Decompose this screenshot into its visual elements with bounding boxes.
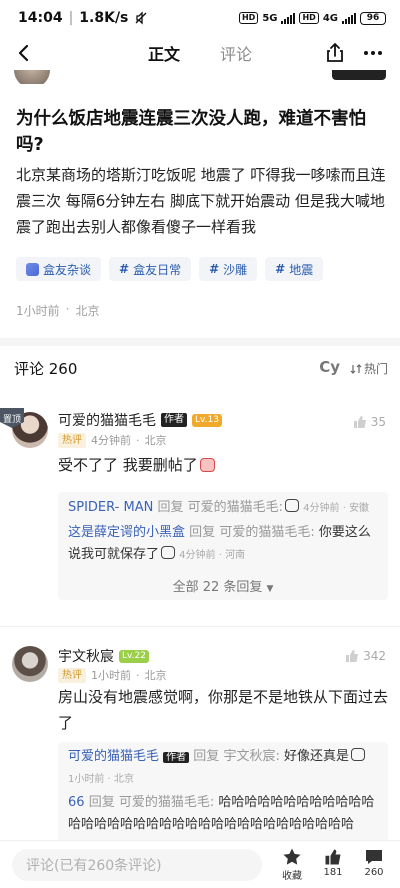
comment-location: 北京 [144, 669, 167, 682]
comment-location: 北京 [144, 434, 167, 447]
emoji-icon [285, 499, 299, 512]
battery-icon: 96 [360, 11, 386, 25]
emoji-icon [161, 546, 176, 559]
post-meta: 1小时前 · 北京 [16, 302, 100, 318]
collect-button[interactable]: 收藏 [274, 847, 310, 882]
tab-comment[interactable]: 评论 [220, 41, 252, 65]
mute-icon [135, 11, 147, 25]
comment-count-title: 评论 260 [14, 360, 78, 378]
more-dot-icon [364, 51, 368, 55]
sort-icon [350, 363, 362, 374]
reply-box: 可爱的猫猫毛毛 作者 回复 宇文秋宸: 好像还真是 1小时前 · 北京 66 回… [58, 742, 388, 842]
reply-item[interactable]: 66 回复 可爱的猫猫毛毛: 哈哈哈哈哈哈哈哈哈哈哈哈哈哈哈哈哈哈哈哈哈哈哈哈哈… [68, 792, 380, 836]
post-title: 为什么饭店地震连震三次没人跑，难道不害怕吗? [16, 109, 366, 155]
post-time: 1小时前 [16, 304, 60, 318]
comment-time: 4分钟前 [91, 434, 131, 447]
like-button[interactable]: 342 [344, 648, 386, 664]
back-arrow-icon [18, 44, 29, 62]
tab-main[interactable]: 正文 [148, 41, 180, 65]
like-post-button[interactable]: 181 [315, 847, 351, 878]
thumb-up-icon [346, 650, 359, 662]
more-button[interactable] [360, 40, 386, 66]
star-icon [283, 848, 301, 865]
comment-item: 宇文秋宸 Lv.22 热评 1小时前 · 北京 342 房山没有地震感觉啊，你那… [0, 644, 400, 844]
reply-item[interactable]: 这是薛定谔的小黑盒 回复 可爱的猫猫毛毛: 你要这么说我可就保存了 4分钟前 ·… [68, 522, 380, 567]
box-icon [26, 262, 39, 276]
author-badge: 作者 [161, 413, 187, 427]
avatar[interactable] [12, 646, 48, 682]
signal-icon [281, 12, 296, 24]
bottom-bar: 评论(已有260条评论) 收藏 181 260 [0, 840, 400, 888]
comment-text: 受不了了 我要删帖了 [58, 452, 388, 478]
share-icon [327, 43, 343, 62]
caret-down-icon: ▼ [266, 584, 274, 594]
level-badge: Lv.13 [192, 413, 222, 427]
comment-text: 房山没有地震感觉啊，你那是不是地铁从下面过去了 [58, 688, 389, 732]
share-button[interactable] [322, 40, 348, 66]
sort-hot-button[interactable]: 热门 [350, 360, 388, 377]
section-divider [0, 338, 400, 346]
reply-item[interactable]: 可爱的猫猫毛毛 作者 回复 宇文秋宸: 好像还真是 1小时前 · 北京 [68, 746, 380, 791]
comment-button[interactable]: 260 [356, 847, 392, 878]
hot-badge: 热评 [58, 667, 86, 683]
comment-input[interactable]: 评论(已有260条评论) [12, 849, 262, 881]
author-badge: 作者 [163, 752, 190, 763]
hash-icon: # [119, 262, 130, 276]
comment-header: 评论 260 Cy 热门 [0, 358, 400, 380]
tag-item[interactable]: 盒友杂谈 [16, 257, 102, 281]
network-5g: 5G [262, 12, 278, 24]
view-all-replies-button[interactable]: 全部 22 条回复 ▼ [58, 576, 388, 595]
post-body: 北京某商场的塔斯汀吃饭呢 地震了 吓得我一哆嗦而且连震三次 每隔6分钟左右 脚底… [16, 166, 386, 236]
comment-item: 置顶 可爱的猫猫毛毛 作者 Lv.13 热评 4分钟前 · 北京 35 受不了了… [0, 408, 400, 620]
comment-username[interactable]: 宇文秋宸 [58, 646, 114, 666]
reply-box: SPIDER- MAN 回复 可爱的猫猫毛毛: 4分钟前 · 安徽 这是薛定谔的… [58, 492, 388, 600]
hot-badge: 热评 [58, 432, 86, 448]
follow-button[interactable] [332, 70, 386, 80]
author-avatar[interactable] [14, 70, 50, 84]
hash-icon: # [275, 262, 286, 276]
signal-icon-2 [342, 12, 356, 24]
hd-icon-2: HD [299, 12, 319, 24]
comment-time: 1小时前 [91, 669, 131, 682]
tag-item[interactable]: # 地震 [265, 257, 324, 281]
emoji-icon [199, 458, 215, 472]
comment-bubble-icon [366, 850, 382, 864]
thumb-up-icon [353, 416, 366, 428]
thumb-up-icon [325, 849, 341, 865]
tag-item[interactable]: # 沙雕 [199, 257, 258, 281]
like-button[interactable]: 35 [352, 414, 386, 430]
status-bar: 14:04 | 1.8K/s HD 5G HD 4G 96 [0, 0, 400, 36]
hd-icon: HD [238, 12, 259, 24]
post-location: 北京 [75, 304, 100, 318]
network-4g: 4G [322, 12, 338, 24]
status-time: 14:04 [18, 10, 63, 26]
status-speed: 1.8K/s [79, 10, 129, 26]
reply-item[interactable]: SPIDER- MAN 回复 可爱的猫猫毛毛: 4分钟前 · 安徽 [68, 497, 380, 520]
cy-icon[interactable]: Cy [319, 358, 340, 376]
tag-list: 盒友杂谈 # 盒友日常 # 沙雕 # 地震 [16, 257, 324, 281]
author-row-cut [0, 70, 400, 84]
comment-username[interactable]: 可爱的猫猫毛毛 [58, 410, 156, 430]
comment-separator [0, 626, 400, 627]
level-badge: Lv.22 [119, 649, 149, 663]
hash-icon: # [209, 262, 220, 276]
tag-item[interactable]: # 盒友日常 [109, 257, 192, 281]
nav-bar: 正文 评论 [0, 36, 400, 70]
back-button[interactable] [10, 39, 38, 67]
emoji-icon [351, 748, 365, 761]
